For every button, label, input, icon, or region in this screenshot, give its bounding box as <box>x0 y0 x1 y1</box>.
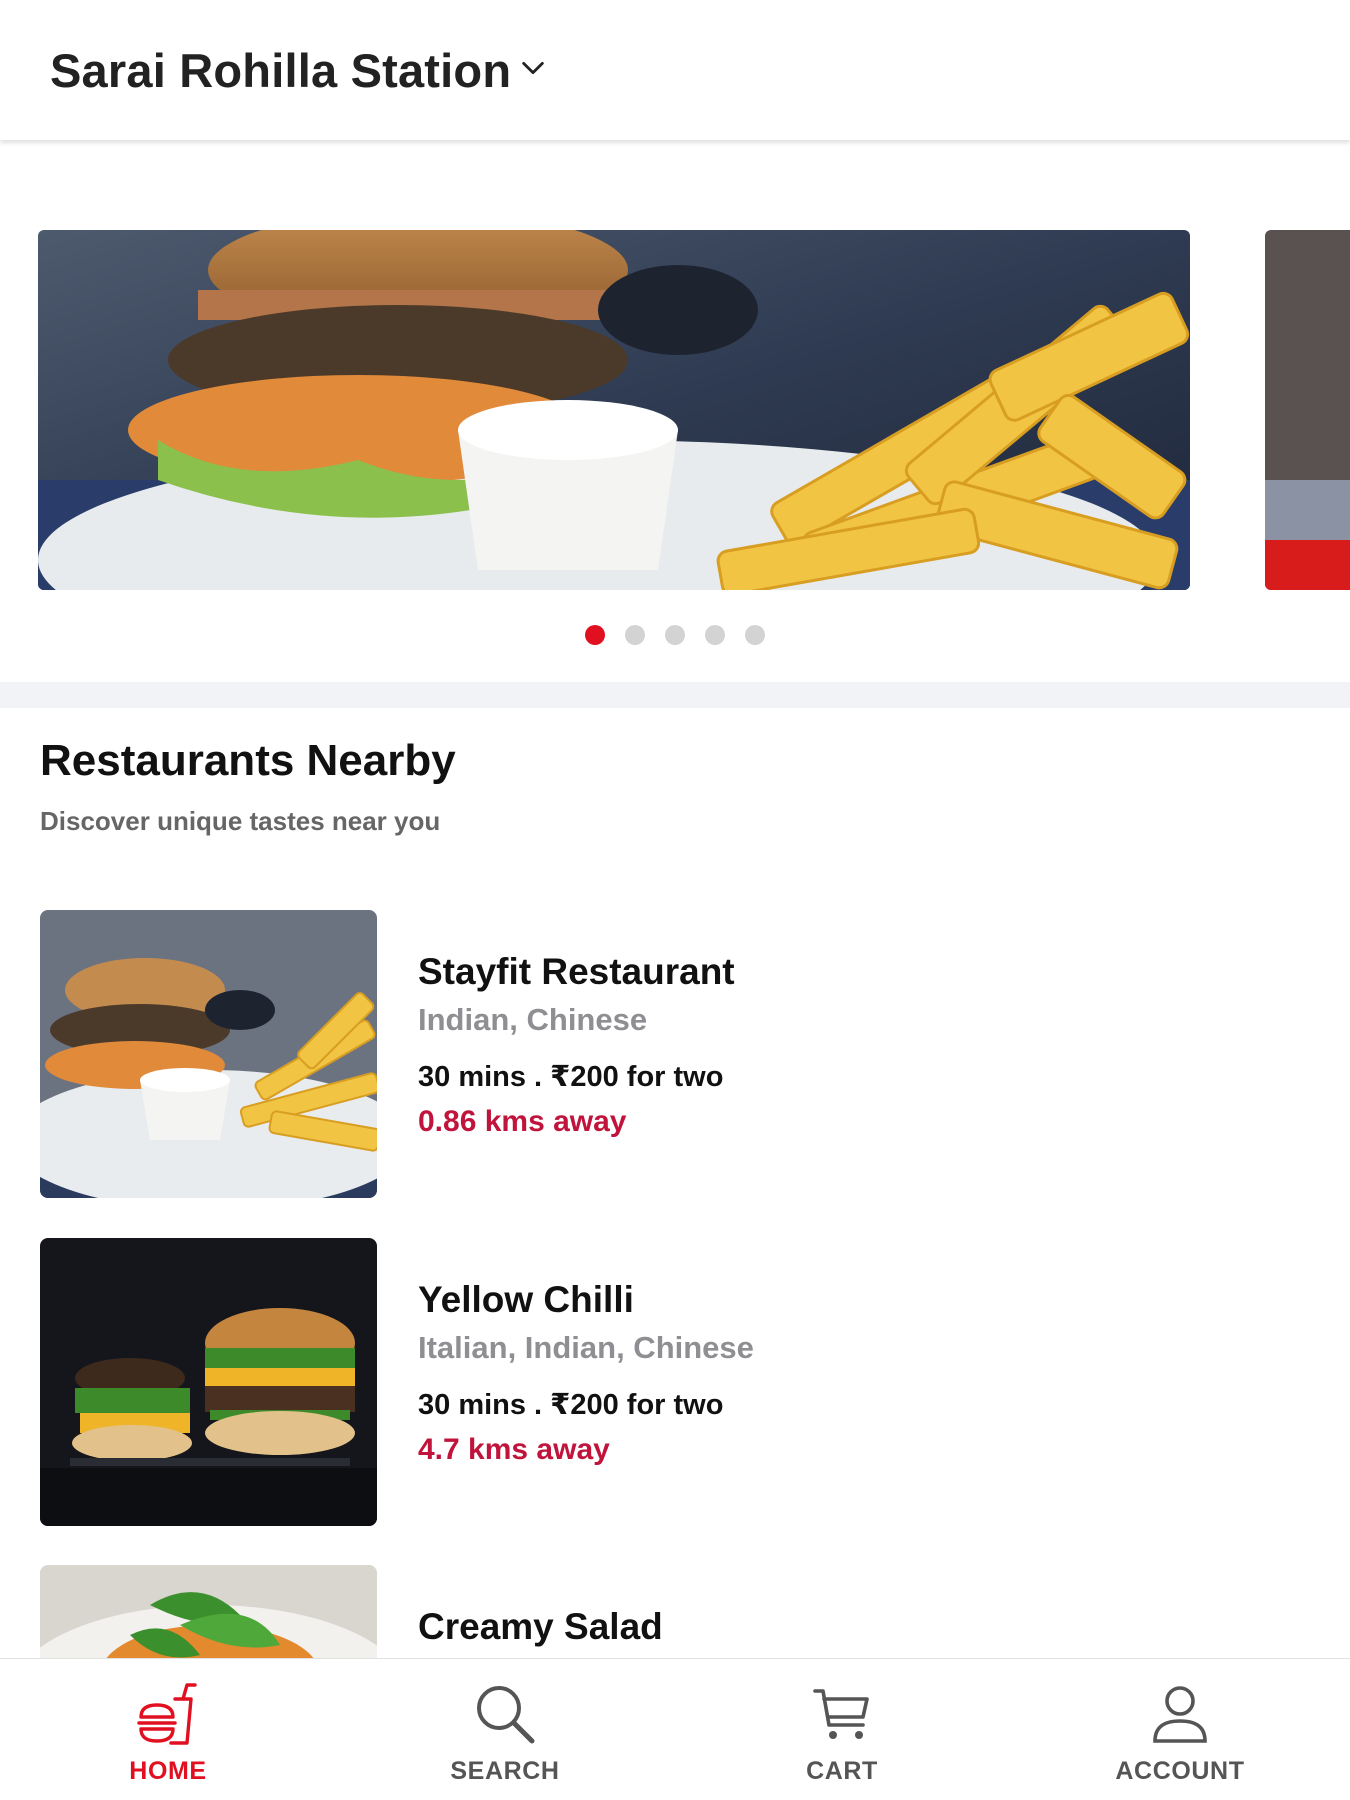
carousel-dot[interactable] <box>705 625 725 645</box>
restaurant-name: Yellow Chilli <box>418 1279 634 1320</box>
carousel-pagination <box>0 625 1350 645</box>
location-selector[interactable]: Sarai Rohilla Station <box>50 43 547 98</box>
restaurant-thumbnail <box>40 910 377 1198</box>
promo-carousel[interactable] <box>0 140 1350 682</box>
section-divider <box>0 682 1350 708</box>
restaurant-info: Stayfit Restaurant Indian, Chinese 30 mi… <box>418 948 735 1144</box>
restaurant-time-cost: 30 mins . ₹200 for two <box>418 1389 724 1421</box>
restaurant-info: Creamy Salad <box>418 1603 663 1651</box>
burger-drink-icon <box>137 1683 197 1745</box>
burgers-image <box>40 1238 377 1526</box>
burger-fries-image <box>40 910 377 1198</box>
top-bar: Sarai Rohilla Station <box>0 0 1350 140</box>
bottom-navigation: HOME SEARCH CART ACCOUNT <box>0 1658 1350 1800</box>
carousel-slide-next[interactable] <box>1265 230 1350 590</box>
nav-account-label: ACCOUNT <box>1115 1757 1245 1785</box>
restaurant-name: Creamy Salad <box>418 1606 663 1647</box>
nav-search[interactable]: SEARCH <box>405 1659 605 1800</box>
search-icon <box>477 1686 535 1744</box>
restaurant-time-cost: 30 mins . ₹200 for two <box>418 1061 724 1093</box>
section-title: Restaurants Nearby <box>40 736 456 785</box>
restaurant-info: Yellow Chilli Italian, Indian, Chinese 3… <box>418 1276 754 1472</box>
nav-home-label: HOME <box>129 1757 207 1785</box>
cart-icon <box>813 1689 869 1739</box>
restaurant-card[interactable]: Yellow Chilli Italian, Indian, Chinese 3… <box>40 1238 1310 1526</box>
nav-cart[interactable]: CART <box>742 1659 942 1800</box>
burger-fries-image <box>38 230 1190 590</box>
user-icon <box>1153 1686 1207 1743</box>
nav-account[interactable]: ACCOUNT <box>1080 1659 1280 1800</box>
restaurant-distance: 0.86 kms away <box>418 1105 627 1138</box>
restaurant-distance: 4.7 kms away <box>418 1433 610 1466</box>
restaurant-thumbnail <box>40 1238 377 1526</box>
restaurant-name: Stayfit Restaurant <box>418 951 735 992</box>
section-subtitle: Discover unique tastes near you <box>40 806 441 836</box>
restaurant-card[interactable]: Stayfit Restaurant Indian, Chinese 30 mi… <box>40 910 1310 1198</box>
restaurant-cuisine: Indian, Chinese <box>418 1002 648 1037</box>
nav-search-label: SEARCH <box>450 1757 560 1785</box>
carousel-dot[interactable] <box>625 625 645 645</box>
carousel-dot[interactable] <box>745 625 765 645</box>
location-name: Sarai Rohilla Station <box>50 43 512 97</box>
restaurant-cuisine: Italian, Indian, Chinese <box>418 1330 754 1365</box>
carousel-slide-burger-fries[interactable] <box>38 230 1190 590</box>
next-food-image <box>1265 230 1350 590</box>
chevron-down-icon <box>522 61 544 75</box>
carousel-dot[interactable] <box>585 625 605 645</box>
carousel-dot[interactable] <box>665 625 685 645</box>
nav-home[interactable]: HOME <box>68 1659 268 1800</box>
nav-cart-label: CART <box>806 1757 878 1785</box>
